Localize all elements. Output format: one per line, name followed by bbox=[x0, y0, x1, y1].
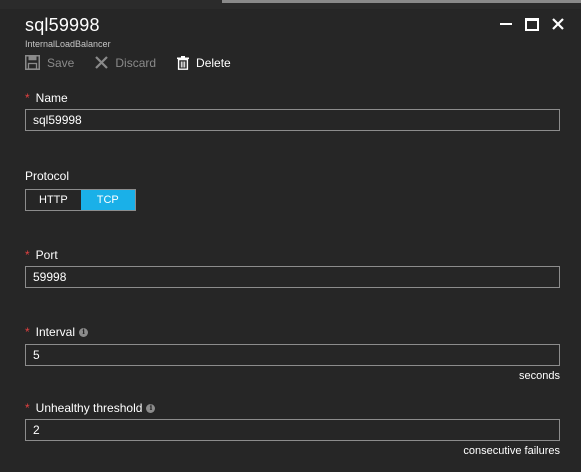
unhealthy-threshold-input[interactable] bbox=[25, 419, 560, 441]
interval-label-text: Interval bbox=[35, 325, 76, 339]
discard-button[interactable]: Discard bbox=[95, 56, 156, 70]
unhealthy-threshold-label-text: Unhealthy threshold bbox=[35, 401, 143, 415]
protocol-option-http[interactable]: HTTP bbox=[26, 190, 81, 210]
port-field-label: * Port bbox=[25, 248, 58, 262]
name-label-text: Name bbox=[35, 91, 68, 105]
top-strip bbox=[0, 0, 581, 9]
unhealthy-threshold-unit: consecutive failures bbox=[463, 445, 560, 457]
trash-icon bbox=[177, 55, 190, 70]
name-input[interactable] bbox=[25, 109, 560, 131]
command-bar: Save Discard Delete bbox=[25, 55, 252, 70]
name-field-label: * Name bbox=[25, 91, 68, 105]
save-button[interactable]: Save bbox=[25, 55, 74, 70]
save-label: Save bbox=[47, 55, 75, 70]
required-marker: * bbox=[25, 325, 30, 339]
protocol-label: Protocol bbox=[25, 169, 70, 183]
protocol-toggle: HTTP TCP bbox=[25, 189, 136, 211]
interval-input[interactable] bbox=[25, 344, 560, 366]
required-marker: * bbox=[25, 91, 30, 105]
required-marker: * bbox=[25, 248, 30, 262]
delete-label: Delete bbox=[196, 55, 231, 70]
discard-icon bbox=[95, 56, 109, 69]
port-label-text: Port bbox=[35, 248, 58, 262]
info-icon[interactable] bbox=[146, 403, 156, 413]
close-icon[interactable] bbox=[551, 17, 565, 31]
top-accent-bar bbox=[222, 0, 581, 3]
interval-unit: seconds bbox=[519, 370, 560, 382]
info-icon[interactable] bbox=[79, 327, 89, 337]
discard-label: Discard bbox=[115, 55, 157, 70]
interval-field-label: * Interval bbox=[25, 325, 89, 339]
maximize-icon[interactable] bbox=[525, 17, 539, 31]
save-icon bbox=[25, 55, 40, 70]
blade-subtitle: InternalLoadBalancer bbox=[25, 39, 111, 49]
blade-title: sql59998 bbox=[25, 15, 100, 35]
port-input[interactable] bbox=[25, 266, 560, 288]
minimize-icon[interactable] bbox=[499, 17, 513, 31]
blade-panel: sql59998 InternalLoadBalancer Save Disca… bbox=[0, 9, 581, 472]
window-controls bbox=[499, 17, 565, 31]
delete-button[interactable]: Delete bbox=[177, 55, 231, 70]
required-marker: * bbox=[25, 401, 30, 415]
unhealthy-threshold-field-label: * Unhealthy threshold bbox=[25, 401, 156, 415]
protocol-option-tcp[interactable]: TCP bbox=[80, 190, 135, 210]
